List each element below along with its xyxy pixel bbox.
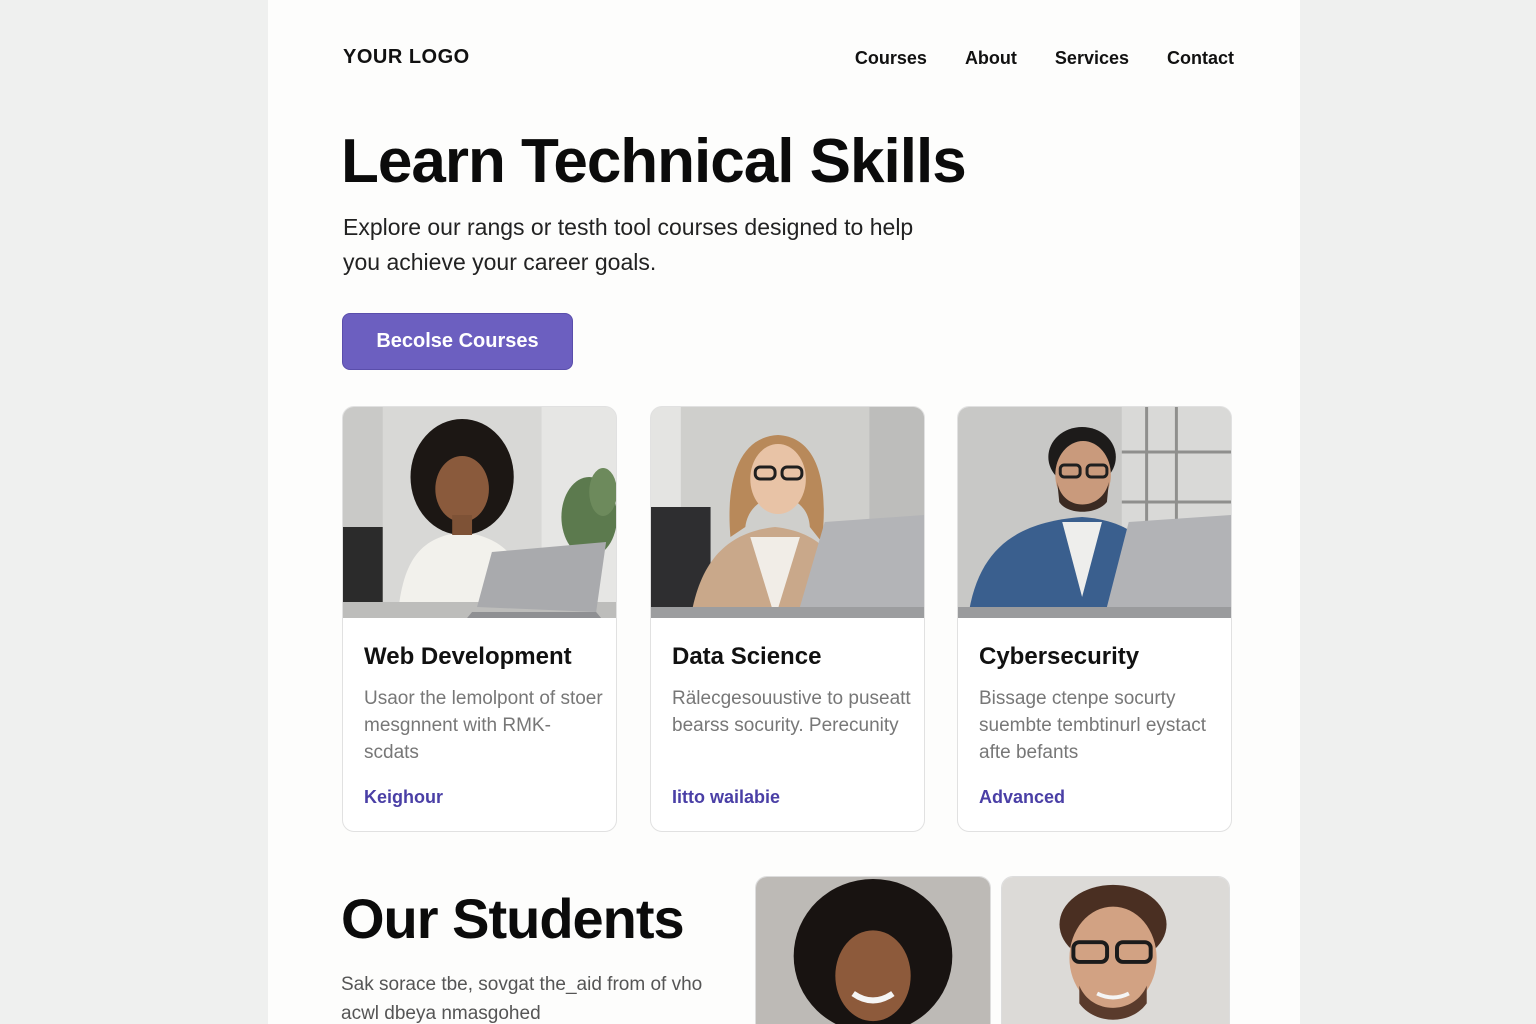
course-level[interactable]: Keighour (364, 787, 443, 808)
nav-link-about[interactable]: About (965, 48, 1017, 69)
course-description: Usaor the lemolpont of stoer mesgnnent w… (364, 688, 603, 763)
course-photo-woman-glasses-laptop (651, 407, 924, 618)
hero-subtitle: Explore our rangs or testh tool courses … (343, 214, 914, 275)
course-photo-woman-laptop (343, 407, 616, 618)
course-card-web-development[interactable]: Web Development Usaor the lemolpont of s… (342, 406, 617, 832)
course-title: Cybersecurity (979, 643, 1140, 670)
course-description: Rälecgesouustive to puseatt bearss socur… (672, 688, 911, 736)
course-title: Web Development (364, 643, 572, 670)
site-logo[interactable]: YOUR LOGO (343, 46, 470, 69)
page-container: YOUR LOGO Courses About Services Contact… (268, 0, 1300, 1024)
course-card-cybersecurity[interactable]: Cybersecurity Bissage ctenpe socurty sue… (957, 406, 1232, 832)
course-level[interactable]: Advanced (979, 787, 1065, 808)
course-title: Data Science (672, 643, 822, 670)
course-level[interactable]: Iitto wailabie (672, 787, 780, 808)
course-card-data-science[interactable]: Data Science Rälecgesouustive to puseatt… (650, 406, 925, 832)
course-description: Bissage ctenpe socurty suembte tembtinur… (979, 688, 1207, 763)
hero-title: Learn Technical Skills (341, 127, 967, 196)
nav-link-services[interactable]: Services (1055, 48, 1129, 69)
students-section-title: Our Students (341, 887, 685, 950)
nav-link-contact[interactable]: Contact (1167, 48, 1234, 69)
student-photo-woman (755, 876, 991, 1024)
course-photo-man-laptop (958, 407, 1231, 618)
students-section-subtitle: Sak sorace tbe, sovgat the_aid from of v… (341, 974, 703, 1024)
main-nav: Courses About Services Contact (855, 48, 1234, 69)
nav-link-courses[interactable]: Courses (855, 48, 927, 69)
browse-courses-button[interactable]: Becolse Courses (342, 313, 573, 370)
student-photo-man (1001, 876, 1230, 1024)
